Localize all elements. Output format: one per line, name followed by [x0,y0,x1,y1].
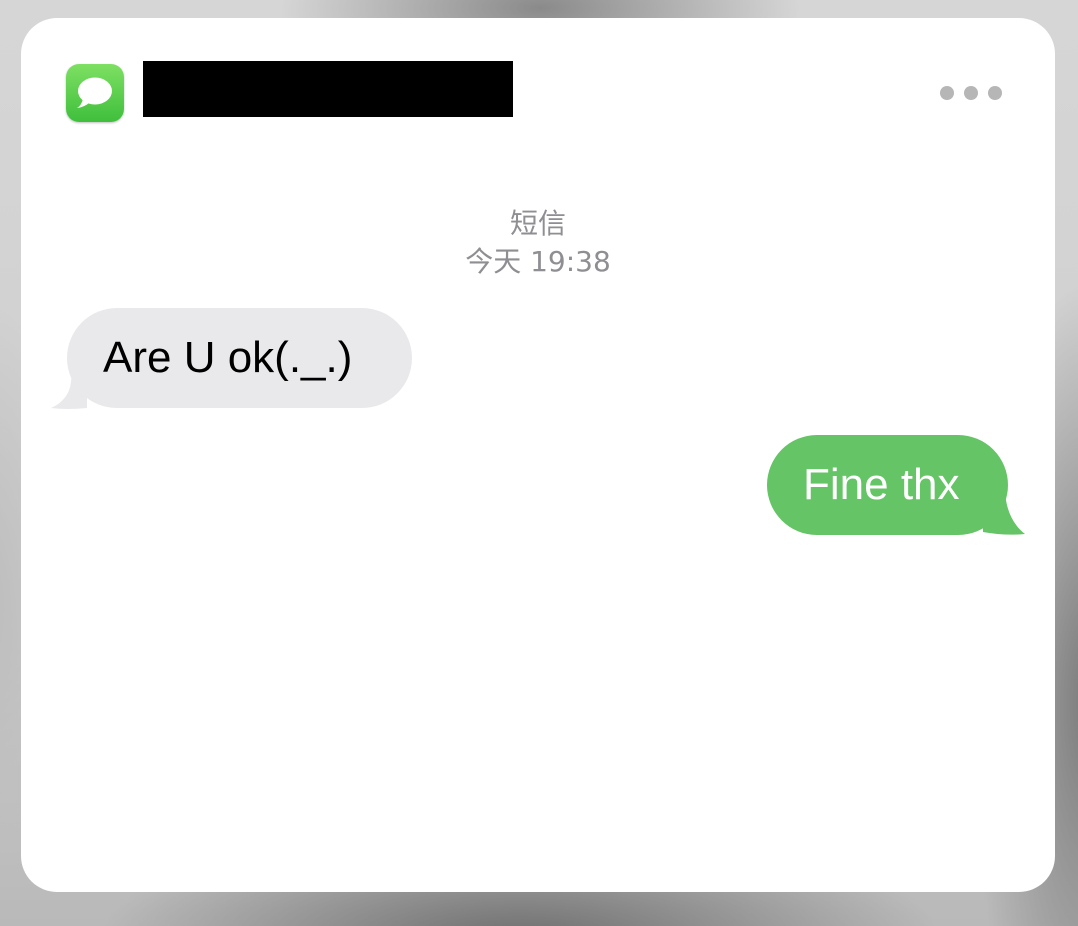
notification-card[interactable]: 短信 今天 19:38 Are U ok(._.) Fine thx [21,18,1055,892]
message-timestamp: 今天 19:38 [465,245,611,278]
service-label: 短信 [509,207,566,240]
more-horizontal-icon [940,86,954,100]
incoming-message-bubble[interactable]: Are U ok(._.) [67,308,412,408]
messages-icon [66,64,124,122]
more-horizontal-icon [964,86,978,100]
more-options-button[interactable] [931,78,1011,108]
outgoing-message-bubble[interactable]: Fine thx [767,435,1008,535]
sender-name-redacted [143,61,513,117]
more-horizontal-icon [988,86,1002,100]
incoming-message-text: Are U ok(._.) [103,333,353,382]
outgoing-message-text: Fine thx [803,460,960,509]
